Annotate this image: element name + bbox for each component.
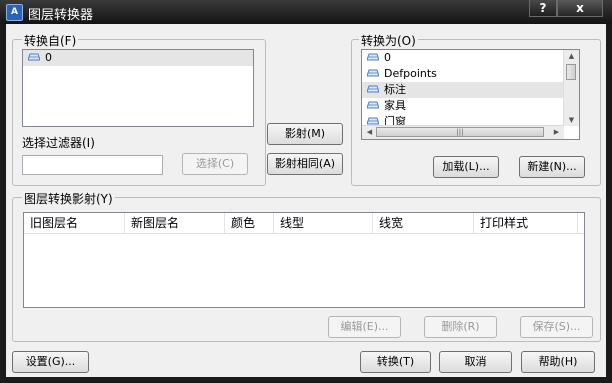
close-button[interactable]: x <box>557 0 603 17</box>
new-button[interactable]: 新建(N)... <box>519 156 585 178</box>
load-button[interactable]: 加载(L)... <box>433 156 499 178</box>
edit-button[interactable]: 编辑(E)... <box>328 316 401 338</box>
app-icon: A <box>6 4 23 21</box>
layer-name: 家具 <box>384 99 406 112</box>
cancel-button[interactable]: 取消 <box>439 351 512 373</box>
layer-icon <box>367 117 379 125</box>
list-item[interactable]: Defpoints <box>362 66 579 82</box>
list-item[interactable]: 0 <box>362 50 579 66</box>
layer-icon <box>367 69 379 77</box>
mapping-label: 图层转换影射(Y) <box>22 190 115 207</box>
delete-button[interactable]: 删除(R) <box>424 316 497 338</box>
convert-button[interactable]: 转换(T) <box>360 351 431 373</box>
list-item[interactable]: 家具 <box>362 98 579 114</box>
window-title: 图层转换器 <box>28 8 94 23</box>
column-header[interactable]: 颜色 <box>225 213 274 233</box>
list-item[interactable]: 0 <box>23 50 253 66</box>
layer-name: 标注 <box>384 83 406 96</box>
map-button[interactable]: 影射(M) <box>267 123 343 145</box>
scroll-thumb[interactable] <box>566 64 576 80</box>
convert-from-label: 转换自(F) <box>22 32 79 49</box>
column-header[interactable]: 线宽 <box>373 213 474 233</box>
layer-name: Defpoints <box>384 67 437 80</box>
select-button[interactable]: 选择(C) <box>182 153 248 175</box>
scroll-down-icon[interactable]: ▼ <box>564 114 579 126</box>
convert-from-list[interactable]: 0 <box>22 49 254 127</box>
column-header[interactable]: 打印样式 <box>474 213 578 233</box>
layer-name: 0 <box>384 51 391 64</box>
dialog-body: 转换自(F) 0 选择过滤器(I) 选择(C) 影射(M) 影射相同(A) 转换… <box>6 24 606 377</box>
scroll-right-icon[interactable]: ▶ <box>549 126 564 138</box>
settings-button[interactable]: 设置(G)... <box>12 351 89 373</box>
column-header[interactable]: 线型 <box>274 213 373 233</box>
scroll-up-icon[interactable]: ▲ <box>564 50 579 62</box>
list-item[interactable]: 标注 <box>362 82 579 98</box>
layer-icon <box>28 53 40 61</box>
help-button[interactable]: 帮助(H) <box>521 351 595 373</box>
save-button[interactable]: 保存(S)... <box>520 316 593 338</box>
convert-to-label: 转换为(O) <box>359 32 418 49</box>
convert-to-list[interactable]: 0 Defpoints 标注 家具 门窗 ▲ ▼ ◀ ||| ▶ <box>361 49 580 140</box>
column-header[interactable]: 旧图层名 <box>24 213 125 233</box>
vertical-scrollbar[interactable]: ▲ ▼ <box>563 50 579 126</box>
map-same-button[interactable]: 影射相同(A) <box>267 153 343 175</box>
table-header: 旧图层名 新图层名 颜色 线型 线宽 打印样式 <box>24 213 584 234</box>
scroll-thumb[interactable]: ||| <box>376 127 544 137</box>
layer-icon <box>367 85 379 93</box>
layer-name: 0 <box>45 51 52 64</box>
scroll-left-icon[interactable]: ◀ <box>362 126 377 138</box>
column-header[interactable]: 新图层名 <box>125 213 225 233</box>
mapping-table[interactable]: 旧图层名 新图层名 颜色 线型 线宽 打印样式 <box>23 212 585 308</box>
help-title-button[interactable]: ? <box>529 0 557 17</box>
title-bar: A 图层转换器 ? x <box>0 0 612 24</box>
filter-label: 选择过滤器(I) <box>22 136 95 150</box>
horizontal-scrollbar[interactable]: ◀ ||| ▶ <box>362 125 564 139</box>
filter-input[interactable] <box>22 155 163 175</box>
layer-icon <box>367 53 379 61</box>
layer-icon <box>367 101 379 109</box>
